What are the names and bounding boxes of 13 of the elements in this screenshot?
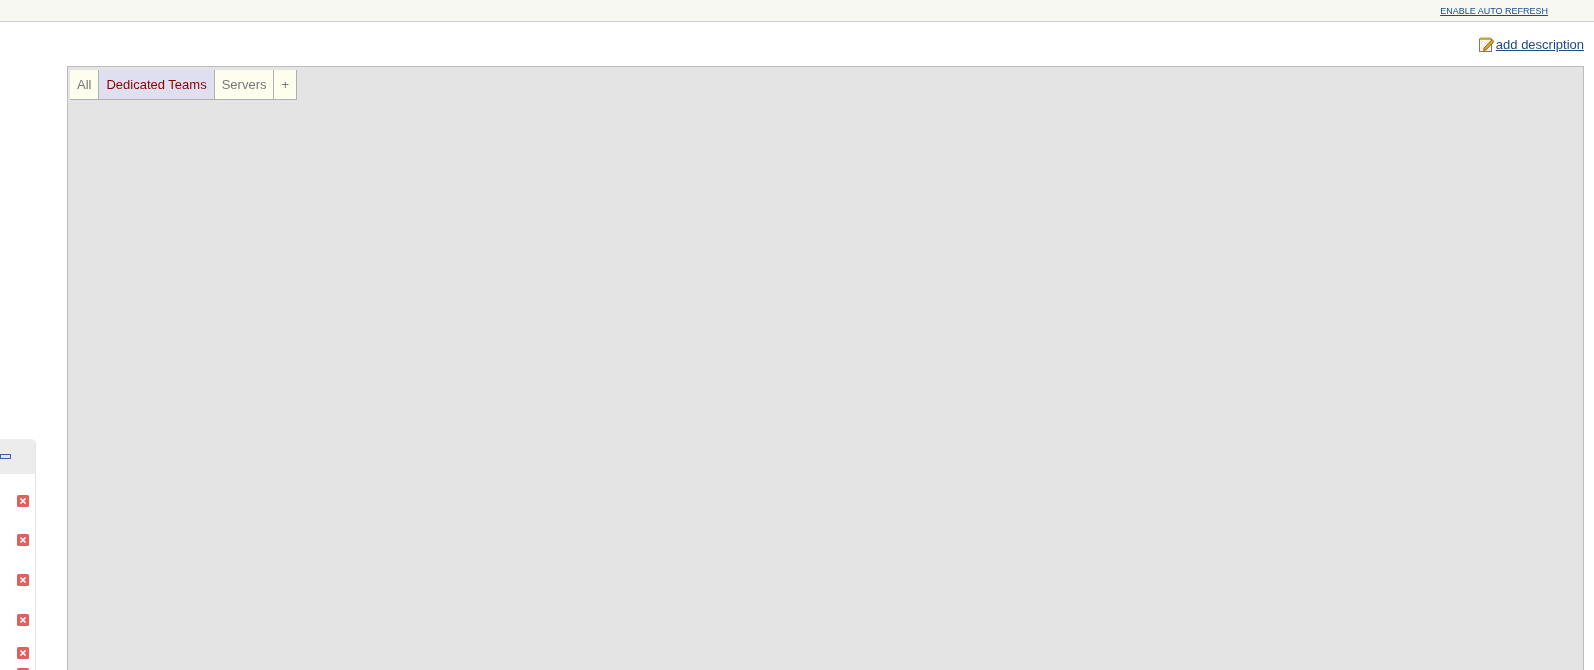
view-tab[interactable]: + xyxy=(274,70,298,100)
auto-refresh-link[interactable]: ENABLE AUTO REFRESH xyxy=(1440,5,1548,16)
notepad-pencil-icon xyxy=(1478,37,1495,52)
add-description-link[interactable]: add description xyxy=(1495,37,1584,52)
view-tab[interactable]: Dedicated Teams xyxy=(99,70,215,100)
delete-icon[interactable] xyxy=(17,574,29,586)
view-tab[interactable]: Servers xyxy=(214,70,275,100)
minimize-icon[interactable] xyxy=(0,454,11,459)
delete-icon[interactable] xyxy=(17,534,29,546)
delete-icon[interactable] xyxy=(17,647,29,659)
view-tab[interactable]: All xyxy=(70,70,100,100)
delete-icon[interactable] xyxy=(17,495,29,507)
delete-icon[interactable] xyxy=(17,614,29,626)
